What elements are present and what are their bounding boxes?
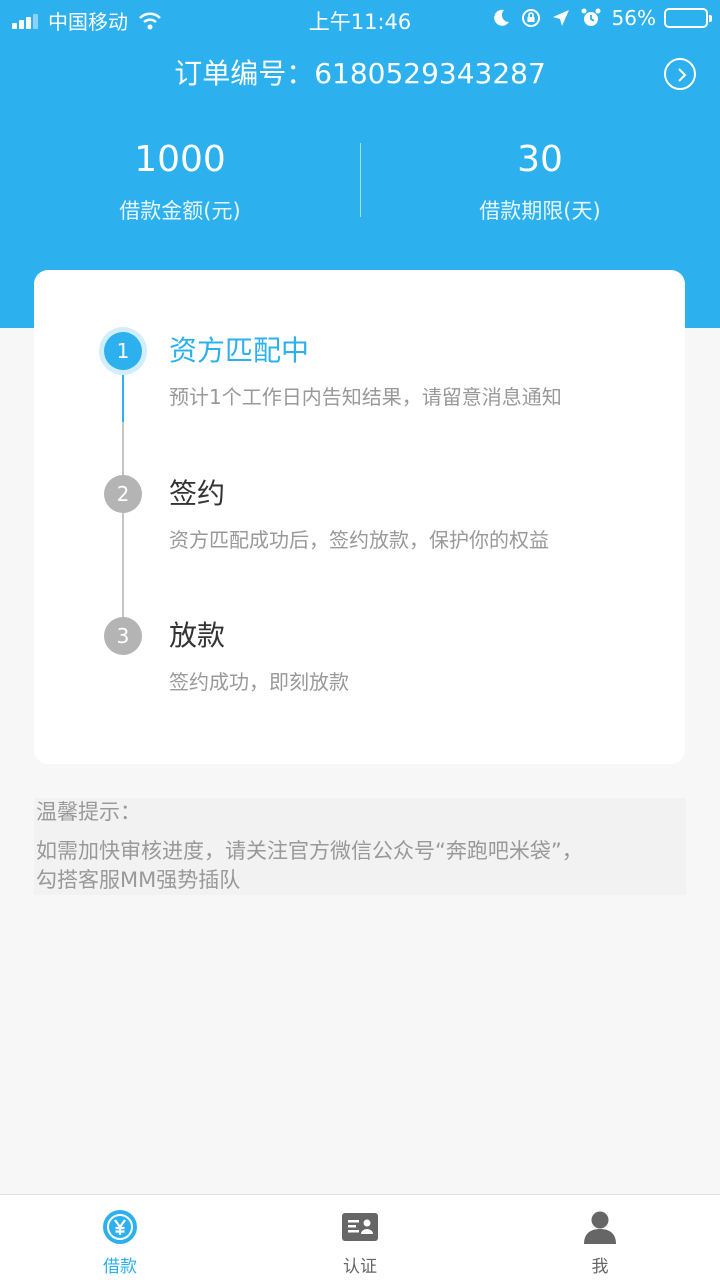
- step-number: 2: [104, 475, 142, 513]
- tab-me[interactable]: 我: [480, 1195, 720, 1280]
- step-title: 放款: [169, 619, 226, 652]
- loan-term-stat: 30 借款期限(天): [360, 138, 720, 226]
- tips-box: 温馨提示： 如需加快审核进度，请关注官方微信公众号“奔跑吧米袋”， 勾搭客服MM…: [34, 798, 686, 895]
- tab-verify[interactable]: 认证: [240, 1195, 480, 1280]
- step-title: 资方匹配中: [169, 334, 310, 367]
- chevron-right-icon: [678, 68, 687, 82]
- step-desc: 预计1个工作日内告知结果，请留意消息通知: [169, 385, 562, 409]
- tips-title: 温馨提示：: [36, 800, 141, 824]
- step-number: 3: [104, 617, 142, 655]
- progress-card: 1 资方匹配中 预计1个工作日内告知结果，请留意消息通知 2 签约 资方匹配成功…: [34, 270, 685, 764]
- loan-term-label: 借款期限(天): [479, 199, 601, 223]
- loan-term-value: 30: [517, 139, 563, 180]
- tab-loan[interactable]: 借款: [0, 1195, 240, 1280]
- tab-bar: 借款 认证 我: [0, 1194, 720, 1280]
- step-desc: 签约成功，即刻放款: [169, 670, 349, 694]
- tab-label: 认证: [343, 1257, 377, 1277]
- timeline-line: [122, 422, 124, 644]
- battery-icon: [664, 8, 712, 28]
- orientation-lock-icon: [521, 9, 540, 27]
- order-detail-button[interactable]: [664, 58, 696, 90]
- tab-label: 我: [591, 1257, 609, 1277]
- id-card-icon: [342, 1213, 378, 1241]
- moon-icon: [493, 9, 509, 26]
- battery-percent: 56%: [611, 6, 656, 30]
- tips-text-line1: 如需加快审核进度，请关注官方微信公众号“奔跑吧米袋”，: [36, 839, 583, 863]
- tips-text-line2: 勾搭客服MM强势插队: [36, 868, 241, 892]
- status-bar: 中国移动 上午11:46 56%: [0, 0, 720, 40]
- loan-amount-stat: 1000 借款金额(元): [0, 138, 360, 226]
- loan-amount-value: 1000: [134, 139, 226, 180]
- yen-icon: [103, 1210, 137, 1244]
- order-number: 订单编号：6180529343287: [174, 57, 546, 90]
- user-icon: [584, 1211, 616, 1244]
- step-title: 签约: [169, 477, 226, 510]
- alarm-icon: [581, 8, 601, 26]
- step-desc: 资方匹配成功后，签约放款，保护你的权益: [169, 528, 549, 552]
- step-number: 1: [104, 332, 142, 370]
- tab-label: 借款: [103, 1257, 137, 1277]
- loan-amount-label: 借款金额(元): [119, 199, 241, 223]
- location-arrow-icon: [552, 10, 569, 26]
